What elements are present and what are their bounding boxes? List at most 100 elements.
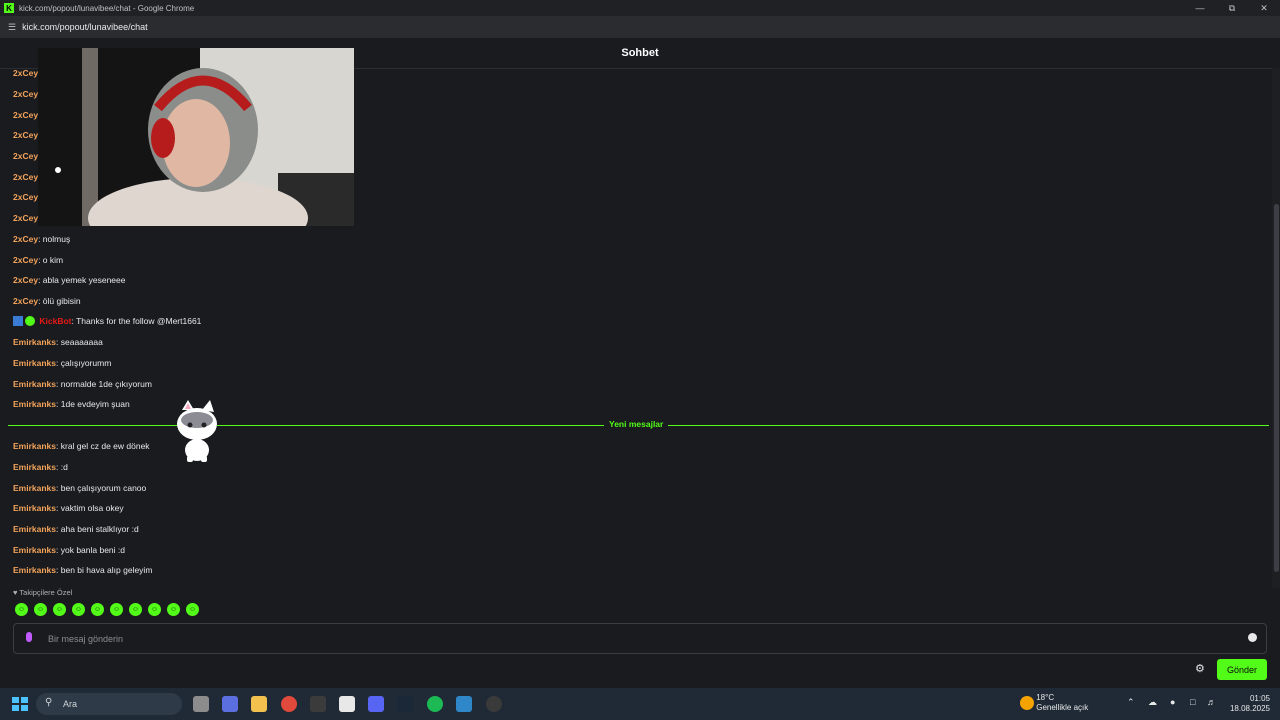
- message-username[interactable]: 2xCey: [13, 89, 38, 99]
- message-username[interactable]: Emirkanks: [13, 337, 56, 347]
- chat-message: 2xCey: [13, 110, 38, 120]
- message-text: normalde 1de çıkıyorum: [60, 379, 152, 389]
- chat-message: Emirkanks: çalışıyorumm: [13, 358, 112, 368]
- message-text: ölü gibisin: [42, 296, 81, 306]
- message-username[interactable]: Emirkanks: [13, 524, 56, 534]
- app-icon[interactable]: [486, 696, 502, 712]
- minimize-button[interactable]: —: [1184, 0, 1216, 16]
- message-username[interactable]: 2xCey: [13, 151, 38, 161]
- chat-message: Emirkanks: seaaaaaaa: [13, 337, 103, 347]
- message-text: ben çalışıyorum canoo: [60, 483, 147, 493]
- chrome-icon[interactable]: [281, 696, 297, 712]
- message-text: aha beni stalklıyor :d: [60, 524, 139, 534]
- network-icon[interactable]: □: [1190, 697, 1195, 707]
- message-text: nolmuş: [42, 234, 71, 244]
- show-hidden-icons-icon[interactable]: ⌃: [1127, 697, 1135, 708]
- copilot-icon[interactable]: [222, 696, 238, 712]
- emote-button[interactable]: ☺: [91, 603, 104, 616]
- message-input[interactable]: [46, 630, 1230, 648]
- chat-message: 2xCey: ölü gibisin: [13, 296, 81, 306]
- system-clock[interactable]: 01:05 18.08.2025: [1230, 694, 1270, 714]
- message-text: vaktim olsa okey: [60, 503, 124, 513]
- scrollbar-thumb[interactable]: [1274, 204, 1279, 572]
- message-username[interactable]: Emirkanks: [13, 399, 56, 409]
- emote-button[interactable]: ☺: [186, 603, 199, 616]
- weather-icon: [1020, 696, 1034, 710]
- followers-only-label: ♥ Takipçilere Özel: [13, 588, 72, 597]
- chat-title: Sohbet: [621, 47, 659, 59]
- emote-button[interactable]: ☺: [53, 603, 66, 616]
- message-text: o kim: [42, 255, 64, 265]
- emote-button[interactable]: ☺: [15, 603, 28, 616]
- emote-button[interactable]: ☺: [34, 603, 47, 616]
- message-username[interactable]: Emirkanks: [13, 462, 56, 472]
- file-explorer-icon[interactable]: [251, 696, 267, 712]
- message-username[interactable]: Emirkanks: [13, 545, 56, 555]
- verified-badge-icon: [25, 316, 35, 326]
- message-username[interactable]: Emirkanks: [13, 358, 56, 368]
- message-input-box: [13, 623, 1267, 654]
- message-text: :d: [60, 462, 68, 472]
- message-username[interactable]: KickBot: [39, 316, 71, 326]
- message-username[interactable]: 2xCey: [13, 234, 38, 244]
- onedrive-icon[interactable]: ☁: [1148, 697, 1157, 708]
- emote-button[interactable]: ☺: [110, 603, 123, 616]
- message-username[interactable]: Emirkanks: [13, 503, 56, 513]
- steam-icon[interactable]: [397, 696, 413, 712]
- message-text: abla yemek yeseneee: [42, 275, 126, 285]
- taskbar-search[interactable]: ⚲ Ara: [36, 693, 182, 715]
- message-username[interactable]: 2xCey: [13, 192, 38, 202]
- chat-scrollbar[interactable]: [1272, 68, 1280, 588]
- emote-button[interactable]: ☺: [167, 603, 180, 616]
- message-username[interactable]: 2xCey: [13, 68, 38, 78]
- message-username[interactable]: 2xCey: [13, 296, 38, 306]
- spotify-icon[interactable]: [427, 696, 443, 712]
- send-button[interactable]: Gönder: [1217, 659, 1267, 680]
- message-text: yok banla beni :d: [60, 545, 126, 555]
- chat-settings-icon[interactable]: ⚙: [1195, 662, 1205, 675]
- app-icon[interactable]: [310, 696, 326, 712]
- window-controls: — ⧉ ✕: [1184, 0, 1280, 16]
- message-username[interactable]: 2xCey: [13, 110, 38, 120]
- chat-message: 2xCey: nolmuş: [13, 234, 71, 244]
- weather-widget[interactable]: 18°C Genellikle açık: [1020, 693, 1088, 713]
- chat-message: Emirkanks: vaktim olsa okey: [13, 503, 124, 513]
- site-info-icon[interactable]: ☰: [8, 22, 16, 33]
- moderator-badge-icon: [13, 316, 23, 326]
- message-username[interactable]: 2xCey: [13, 255, 38, 265]
- emoji-picker-icon[interactable]: [1248, 633, 1257, 642]
- url-text[interactable]: kick.com/popout/lunavibee/chat: [22, 22, 148, 32]
- weather-temp: 18°C: [1036, 693, 1055, 702]
- chat-message: Emirkanks: ben çalışıyorum canoo: [13, 483, 147, 493]
- message-username[interactable]: Emirkanks: [13, 379, 56, 389]
- chat-message: 2xCey: [13, 172, 38, 182]
- microphone-tray-icon[interactable]: ●: [1170, 697, 1175, 707]
- message-text: seaaaaaaa: [60, 337, 103, 347]
- volume-icon[interactable]: ♬: [1207, 697, 1216, 707]
- message-username[interactable]: Emirkanks: [13, 483, 56, 493]
- chat-message: Emirkanks: normalde 1de çıkıyorum: [13, 379, 152, 389]
- message-username[interactable]: 2xCey: [13, 213, 38, 223]
- message-text: çalışıyorumm: [60, 358, 112, 368]
- message-username[interactable]: 2xCey: [13, 130, 38, 140]
- store-icon[interactable]: [339, 696, 355, 712]
- emote-button[interactable]: ☺: [129, 603, 142, 616]
- chat-message: KickBot: Thanks for the follow @Mert1661: [13, 316, 201, 326]
- search-label: Ara: [63, 699, 78, 709]
- message-username[interactable]: 2xCey: [13, 172, 38, 182]
- emote-button[interactable]: ☺: [148, 603, 161, 616]
- microphone-icon[interactable]: [26, 632, 32, 642]
- windows-taskbar: ⚲ Ara 18°C Genellikle açık ⌃ ☁ ● □ ♬ 01:…: [0, 688, 1280, 720]
- discord-icon[interactable]: [368, 696, 384, 712]
- task-view-icon[interactable]: [193, 696, 209, 712]
- message-username[interactable]: 2xCey: [13, 275, 38, 285]
- app-icon[interactable]: [456, 696, 472, 712]
- restore-button[interactable]: ⧉: [1216, 0, 1248, 16]
- window-titlebar: K kick.com/popout/lunavibee/chat - Googl…: [0, 0, 1280, 16]
- windows-start-icon[interactable]: [12, 697, 28, 711]
- message-username[interactable]: Emirkanks: [13, 565, 56, 575]
- emote-button[interactable]: ☺: [72, 603, 85, 616]
- close-button[interactable]: ✕: [1248, 0, 1280, 16]
- message-username[interactable]: Emirkanks: [13, 441, 56, 451]
- chat-message: 2xCey: [13, 68, 38, 78]
